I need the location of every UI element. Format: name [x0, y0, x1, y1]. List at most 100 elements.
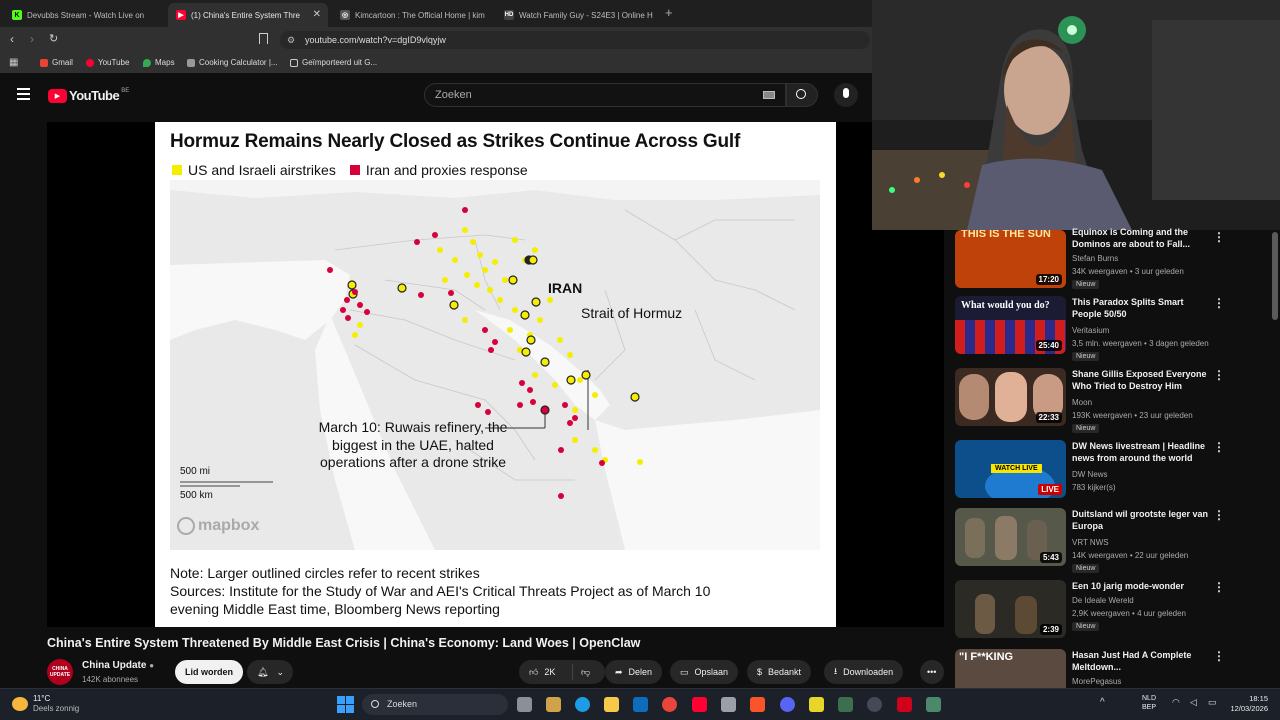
video-thumbnail[interactable]: 2:39 [955, 580, 1066, 638]
graphic-title: Hormuz Remains Nearly Closed as Strikes … [170, 131, 741, 152]
task-view-icon[interactable] [517, 697, 532, 712]
recommendation-item[interactable]: THIS IS THE SUN 17:20 Equinox is Coming … [955, 227, 1255, 296]
youtube-app-icon[interactable] [692, 697, 707, 712]
recommendation-item[interactable]: 5:43 Duitsland wil grootste leger van Eu… [955, 508, 1255, 574]
apps-grid-icon[interactable]: ▦ [9, 57, 18, 68]
language-indicator[interactable]: NLD BEP [1142, 694, 1156, 712]
channel-name[interactable]: China Update ● [82, 660, 154, 671]
dislike-button[interactable]: 👎︎ [573, 667, 590, 678]
tab-title: Devubbs Stream - Watch Live on [27, 10, 145, 20]
recommendation-item[interactable]: WATCH LIVE LIVE DW News livestream | Hea… [955, 440, 1255, 506]
app-icon[interactable] [838, 697, 853, 712]
new-tab-icon[interactable]: + [665, 5, 673, 20]
maps-icon [143, 58, 151, 67]
discord-icon[interactable] [780, 697, 795, 712]
recommendation-channel[interactable]: DW News [1072, 470, 1108, 479]
file-explorer-icon[interactable] [604, 697, 619, 712]
start-button[interactable] [337, 696, 354, 713]
gmail-icon [40, 58, 48, 67]
site-info-icon[interactable]: ⚙ [287, 31, 295, 49]
bookmark-youtube[interactable]: YouTube [86, 58, 129, 67]
wifi-icon[interactable]: ◠ [1172, 697, 1180, 708]
video-thumbnail[interactable]: 22:33 [955, 368, 1066, 426]
keyboard-icon[interactable] [763, 91, 775, 99]
search-input[interactable]: Zoeken [424, 83, 786, 107]
recommendation-title[interactable]: Duitsland wil grootste leger van Europa [1072, 508, 1214, 532]
reload-icon[interactable]: ↻ [49, 32, 58, 45]
brave-icon[interactable] [750, 697, 765, 712]
video-thumbnail[interactable]: What would you do? 25:40 [955, 296, 1066, 354]
recommendation-title[interactable]: This Paradox Splits Smart People 50/50 [1072, 296, 1214, 320]
thanks-button[interactable]: $ Bedankt [747, 660, 812, 684]
recommendation-title[interactable]: Shane Gillis Exposed Everyone Who Tried … [1072, 368, 1214, 392]
app-icon[interactable] [897, 697, 912, 712]
voice-search-button[interactable] [834, 83, 858, 107]
join-button[interactable]: Lid worden [175, 660, 243, 684]
chrome-icon[interactable] [662, 697, 677, 712]
volume-icon[interactable]: ◁ [1190, 697, 1197, 708]
recommendation-title[interactable]: DW News livestream | Headline news from … [1072, 440, 1214, 464]
recommendation-item[interactable]: What would you do? 25:40 This Paradox Sp… [955, 296, 1255, 362]
notifications-button[interactable]: 🔔︎ ⌄ [247, 660, 293, 684]
browser-tab[interactable]: K Devubbs Stream - Watch Live on [4, 3, 164, 27]
menu-icon[interactable] [17, 88, 30, 90]
save-button[interactable]: ▭ Opslaan [670, 660, 739, 684]
battery-icon[interactable]: ▭ [1208, 697, 1217, 708]
video-thumbnail[interactable]: THIS IS THE SUN 17:20 [955, 230, 1066, 288]
like-button[interactable]: 👍︎ 2K [519, 664, 573, 680]
more-options-icon[interactable]: ⋮ [1213, 231, 1225, 243]
recommendation-title[interactable]: Een 10 jarig mode-wonder [1072, 580, 1214, 592]
forward-icon[interactable]: › [30, 32, 34, 46]
sidebar-scrollbar[interactable] [1272, 232, 1278, 320]
calendar-app-icon[interactable] [546, 697, 561, 712]
more-options-icon[interactable]: ⋮ [1213, 369, 1225, 381]
search-button[interactable] [786, 83, 818, 107]
recommendation-title[interactable]: Equinox is Coming and the Dominos are ab… [1072, 226, 1214, 250]
edge-icon[interactable] [575, 697, 590, 712]
more-options-icon[interactable]: ⋮ [1213, 581, 1225, 593]
recommendation-title[interactable]: Hasan Just Had A Complete Meltdown... [1072, 649, 1214, 673]
close-tab-icon[interactable]: ✕ [313, 9, 321, 20]
bookmark-icon[interactable] [259, 33, 268, 44]
recommendation-item[interactable]: 22:33 Shane Gillis Exposed Everyone Who … [955, 368, 1255, 434]
more-options-icon[interactable]: ⋮ [1213, 297, 1225, 309]
weather-icon[interactable] [12, 697, 28, 711]
game-app-icon[interactable] [809, 697, 824, 712]
recommendation-channel[interactable]: Veritasium [1072, 326, 1109, 335]
recommendation-item[interactable]: "I F**KING Hasan Just Had A Complete Mel… [955, 649, 1255, 688]
clock[interactable]: 18:15 12/03/2026 [1222, 694, 1268, 714]
taskbar-search[interactable]: Zoeken [362, 694, 508, 715]
recommendation-channel[interactable]: Stefan Burns [1072, 254, 1118, 263]
browser-tab[interactable]: HD Watch Family Guy - S24E3 | Online H [496, 3, 656, 27]
video-thumbnail[interactable]: WATCH LIVE LIVE [955, 440, 1066, 498]
url-field[interactable]: ⚙ youtube.com/watch?v=dgID9vlqyjw [280, 31, 870, 49]
back-icon[interactable]: ‹ [10, 32, 14, 46]
app-icon[interactable] [926, 697, 941, 712]
browser-tab[interactable]: ◎ Kimcartoon : The Official Home | kim [332, 3, 492, 27]
recommendation-channel[interactable]: VRT NWS [1072, 538, 1109, 547]
more-actions-button[interactable]: ••• [920, 660, 944, 684]
video-thumbnail[interactable]: "I F**KING [955, 649, 1066, 688]
bookmark-gmail[interactable]: Gmail [40, 58, 73, 67]
youtube-logo[interactable]: ▶ YouTube BE [48, 88, 129, 103]
obs-icon[interactable] [867, 697, 882, 712]
bookmark-imported-folder[interactable]: Geïmporteerd uit G... [290, 58, 377, 67]
weather-widget[interactable]: 11°C Deels zonnig [33, 694, 79, 714]
more-options-icon[interactable]: ⋮ [1213, 509, 1225, 521]
channel-avatar[interactable]: CHINA UPDATE [47, 659, 73, 685]
more-options-icon[interactable]: ⋮ [1213, 650, 1225, 662]
tray-overflow-icon[interactable]: ^ [1100, 697, 1105, 708]
recommendation-channel[interactable]: Moon [1072, 398, 1092, 407]
calculator-app-icon[interactable] [721, 697, 736, 712]
recommendation-channel[interactable]: De Ideale Wereld [1072, 596, 1134, 605]
bookmark-maps[interactable]: Maps [143, 58, 175, 67]
video-thumbnail[interactable]: 5:43 [955, 508, 1066, 566]
browser-tab-active[interactable]: ▶ (1) China's Entire System Thre ✕ [168, 3, 328, 27]
share-button[interactable]: ➦ Delen [605, 660, 663, 684]
outlook-icon[interactable] [633, 697, 648, 712]
recommendation-channel[interactable]: MorePegasus [1072, 677, 1121, 686]
download-button[interactable]: ⭳ Downloaden [824, 660, 904, 684]
bookmark-cooking-calculator[interactable]: Cooking Calculator |... [187, 58, 278, 67]
more-options-icon[interactable]: ⋮ [1213, 441, 1225, 453]
recommendation-item[interactable]: 2:39 Een 10 jarig mode-wonder De Ideale … [955, 580, 1255, 646]
